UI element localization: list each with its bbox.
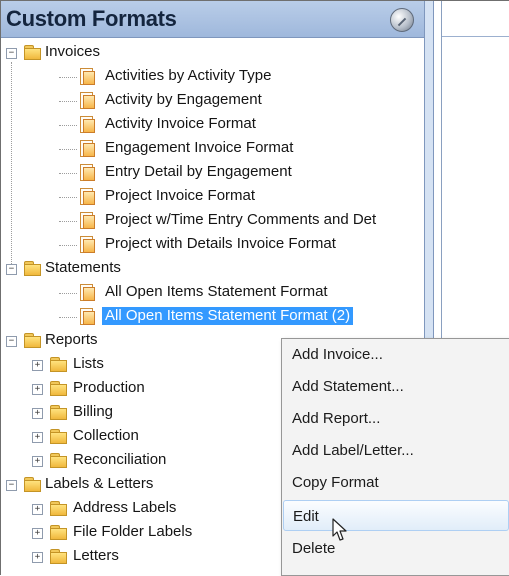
format-document-icon (79, 308, 95, 325)
format-label: Engagement Invoice Format (105, 139, 294, 156)
pin-needle (397, 17, 407, 27)
menu-item-add-label-letter[interactable]: Add Label/Letter... (283, 435, 509, 466)
folder-icon (50, 525, 67, 540)
mouse-cursor-icon (332, 518, 347, 541)
tree-connector (59, 125, 77, 126)
format-document-icon (79, 68, 95, 85)
tree-item[interactable]: Project Invoice Format (1, 186, 424, 210)
expand-icon[interactable]: + (32, 504, 43, 515)
format-document-icon (79, 284, 95, 301)
folder-label: Reports (45, 331, 98, 348)
collapse-icon[interactable]: − (6, 48, 17, 59)
folder-label: Letters (73, 547, 119, 564)
folder-icon (50, 549, 67, 564)
tree-item[interactable]: Entry Detail by Engagement (1, 162, 424, 186)
tree-connector (59, 245, 77, 246)
format-label: Entry Detail by Engagement (105, 163, 292, 180)
collapse-icon[interactable]: − (6, 336, 17, 347)
format-label: Project w/Time Entry Comments and Det (105, 211, 377, 228)
folder-icon (24, 45, 41, 60)
pushpin-icon[interactable] (390, 8, 414, 32)
expand-icon[interactable]: + (32, 552, 43, 563)
tree-connector (59, 173, 77, 174)
format-label: Activities by Activity Type (105, 67, 272, 84)
tree-item[interactable]: Activity Invoice Format (1, 114, 424, 138)
folder-icon (50, 429, 67, 444)
folder-label: Labels & Letters (45, 475, 154, 492)
folder-icon (24, 333, 41, 348)
folder-icon (24, 261, 41, 276)
menu-item-add-invoice[interactable]: Add Invoice... (283, 339, 509, 370)
tree-connector (59, 293, 77, 294)
format-label: Activity by Engagement (105, 91, 262, 108)
folder-icon (50, 405, 67, 420)
format-label: Project Invoice Format (105, 187, 256, 204)
tree-item[interactable]: Engagement Invoice Format (1, 138, 424, 162)
expand-icon[interactable]: + (32, 528, 43, 539)
collapse-icon[interactable]: − (6, 264, 17, 275)
selected-format-label: All Open Items Statement Format (2) (102, 307, 354, 325)
tree-connector (59, 221, 77, 222)
context-menu: Add Invoice... Add Statement... Add Repo… (281, 338, 509, 576)
collapse-icon[interactable]: − (6, 480, 17, 491)
tree-item[interactable]: Activity by Engagement (1, 90, 424, 114)
format-label: Project with Details Invoice Format (105, 235, 336, 252)
menu-item-copy-format[interactable]: Copy Format (283, 467, 509, 498)
tree-folder-invoices[interactable]: − Invoices (1, 42, 424, 66)
format-document-icon (79, 116, 95, 133)
tree-item[interactable]: All Open Items Statement Format (1, 282, 424, 306)
tree-connector (59, 197, 77, 198)
tree-item[interactable]: Project w/Time Entry Comments and Det (1, 210, 424, 234)
folder-label: Collection (73, 427, 139, 444)
format-label: All Open Items Statement Format (105, 283, 328, 300)
format-label: Activity Invoice Format (105, 115, 256, 132)
folder-label: Production (73, 379, 145, 396)
tree-connector (59, 149, 77, 150)
expand-icon[interactable]: + (32, 456, 43, 467)
content-header-line (442, 36, 509, 37)
tree-folder-statements[interactable]: − Statements (1, 258, 424, 282)
tree-item-selected[interactable]: All Open Items Statement Format (2) (1, 306, 424, 330)
format-document-icon (79, 212, 95, 229)
folder-icon (50, 453, 67, 468)
format-document-icon (79, 164, 95, 181)
folder-icon (24, 477, 41, 492)
menu-item-delete[interactable]: Delete (283, 533, 509, 564)
format-document-icon (79, 188, 95, 205)
format-document-icon (79, 92, 95, 109)
folder-icon (50, 381, 67, 396)
expand-icon[interactable]: + (32, 432, 43, 443)
folder-label: Statements (45, 259, 121, 276)
tree-connector (59, 101, 77, 102)
tree-item[interactable]: Project with Details Invoice Format (1, 234, 424, 258)
folder-label: Address Labels (73, 499, 177, 516)
tree-connector (59, 317, 77, 318)
folder-icon (50, 501, 67, 516)
folder-label: Billing (73, 403, 114, 420)
format-document-icon (79, 236, 95, 253)
menu-item-edit[interactable]: Edit (283, 500, 509, 531)
menu-item-add-report[interactable]: Add Report... (283, 403, 509, 434)
menu-item-add-statement[interactable]: Add Statement... (283, 371, 509, 402)
panel-header: Custom Formats (1, 1, 424, 38)
folder-icon (50, 357, 67, 372)
tree-item[interactable]: Activities by Activity Type (1, 66, 424, 90)
folder-label: Reconciliation (73, 451, 167, 468)
tree-connector (59, 77, 77, 78)
folder-label: Lists (73, 355, 104, 372)
expand-icon[interactable]: + (32, 384, 43, 395)
expand-icon[interactable]: + (32, 408, 43, 419)
expand-icon[interactable]: + (32, 360, 43, 371)
folder-label: File Folder Labels (73, 523, 193, 540)
panel-title: Custom Formats (6, 6, 177, 31)
format-document-icon (79, 140, 95, 157)
folder-label: Invoices (45, 43, 101, 60)
